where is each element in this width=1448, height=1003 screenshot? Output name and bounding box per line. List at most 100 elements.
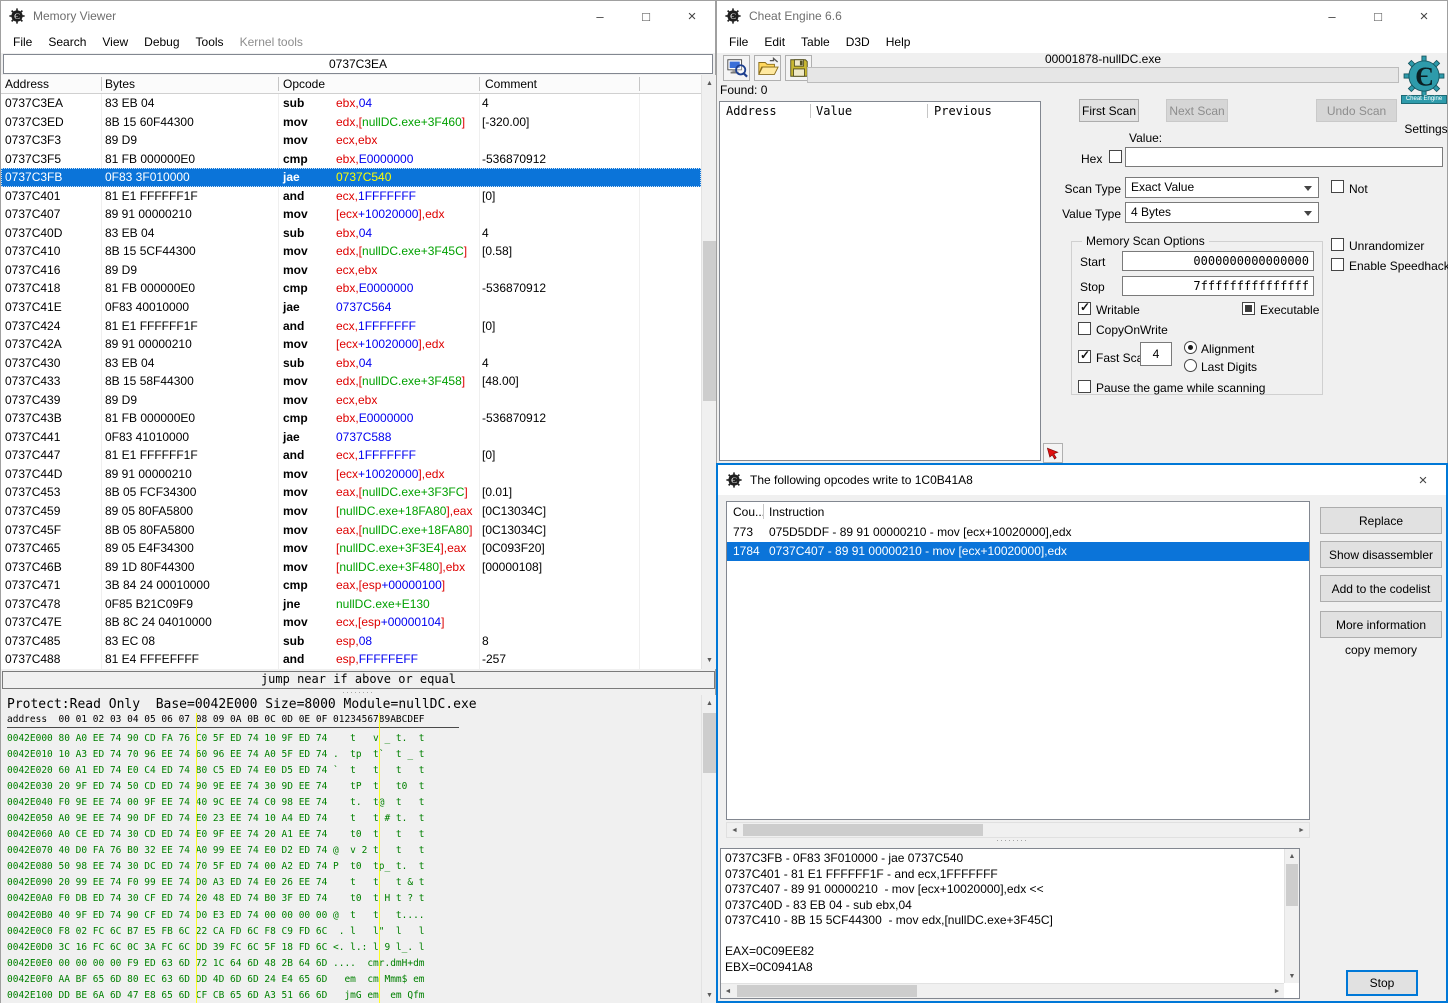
info-vscrollbar[interactable]: ▲ ▼ — [1284, 849, 1299, 983]
hex-row[interactable]: 0042E060 A0 CE ED 74 30 CD ED 74 E0 9F E… — [7, 827, 425, 843]
disasm-row[interactable]: 0737C43B81 FB 000000E0cmpebx,E0000000-53… — [1, 409, 701, 428]
first-scan-button[interactable]: First Scan — [1079, 99, 1139, 122]
hex-row[interactable]: 0042E070 40 D0 FA 76 B0 32 EE 74 A0 99 E… — [7, 843, 425, 859]
pause-while-scanning-checkbox[interactable] — [1078, 380, 1091, 393]
disasm-row[interactable]: 0737C46589 05 E4F34300mov[nullDC.exe+3F3… — [1, 539, 701, 558]
disasm-row[interactable]: 0737C43989 D9movecx,ebx — [1, 391, 701, 410]
scroll-thumb[interactable] — [743, 824, 983, 836]
hex-row[interactable]: 0042E0C0 F8 02 FC 6C B7 E5 FB 6C 22 CA F… — [7, 924, 425, 940]
disasm-row[interactable]: 0737C4780F85 B21C09F9jnenullDC.exe+E130 — [1, 595, 701, 614]
value-type-dropdown[interactable]: 4 Bytes — [1125, 202, 1319, 223]
disasm-row[interactable]: 0737C4713B 84 24 00010000cmpeax,[esp+000… — [1, 576, 701, 595]
menu-edit[interactable]: Edit — [756, 31, 793, 53]
close-button[interactable]: × — [1401, 1, 1447, 31]
disasm-row[interactable]: 0737C3F581 FB 000000E0cmpebx,E0000000-53… — [1, 150, 701, 169]
disasm-row[interactable]: 0737C44781 E1 FFFFFF1Fandecx,1FFFFFFF[0] — [1, 446, 701, 465]
found-column-address[interactable]: Address — [726, 104, 777, 118]
found-column-previous[interactable]: Previous — [934, 104, 992, 118]
hex-row[interactable]: 0042E000 80 A0 EE 74 90 CD FA 76 C0 5F E… — [7, 731, 425, 747]
menu-search[interactable]: Search — [40, 31, 94, 53]
column-comment[interactable]: Comment — [485, 75, 537, 94]
hex-row[interactable]: 0042E020 60 A1 ED 74 E0 C4 ED 74 80 C5 E… — [7, 763, 425, 779]
settings-label[interactable]: Settings — [1401, 122, 1448, 136]
splitter-handle[interactable]: ········ — [718, 837, 1306, 844]
scroll-down-icon[interactable]: ▼ — [1285, 969, 1299, 983]
column-address[interactable]: Address — [5, 75, 49, 94]
scroll-thumb[interactable] — [703, 713, 716, 773]
hex-row[interactable]: 0042E010 10 A3 ED 74 70 96 EE 74 60 96 E… — [7, 747, 425, 763]
disasm-row[interactable]: 0737C4538B 05 FCF34300moveax,[nullDC.exe… — [1, 483, 701, 502]
disasm-row[interactable]: 0737C47E8B 8C 24 04010000movecx,[esp+000… — [1, 613, 701, 632]
disasm-row[interactable]: 0737C41689 D9movecx,ebx — [1, 261, 701, 280]
menu-view[interactable]: View — [94, 31, 136, 53]
scroll-right-icon[interactable]: ► — [1270, 984, 1284, 998]
disasm-row[interactable]: 0737C48881 E4 FFFEFFFFandesp,FFFFFEFF-25… — [1, 650, 701, 669]
menu-d3d[interactable]: D3D — [838, 31, 878, 53]
scan-start-input[interactable]: 0000000000000000 — [1122, 251, 1314, 271]
maximize-button[interactable]: □ — [623, 1, 669, 31]
disasm-row[interactable]: 0737C46B89 1D 80F44300mov[nullDC.exe+3F4… — [1, 558, 701, 577]
found-address-list[interactable]: Address Value Previous — [719, 101, 1041, 461]
disasm-row[interactable]: 0737C40D83 EB 04subebx,044 — [1, 224, 701, 243]
hex-row[interactable]: 0042E0D0 3C 16 FC 6C 0C 3A FC 6C DD 39 F… — [7, 940, 425, 956]
disasm-row[interactable]: 0737C42A89 91 00000210mov[ecx+10020000],… — [1, 335, 701, 354]
found-column-value[interactable]: Value — [816, 104, 852, 118]
settings-logo-button[interactable]: Є Cheat Engine — [1401, 55, 1447, 104]
disasm-row[interactable]: 0737C42481 E1 FFFFFF1Fandecx,1FFFFFFF[0] — [1, 317, 701, 336]
disasm-row[interactable]: 0737C45F8B 05 80FA5800moveax,[nullDC.exe… — [1, 521, 701, 540]
minimize-button[interactable]: – — [1309, 1, 1355, 31]
open-table-button[interactable] — [754, 55, 781, 81]
more-information-button[interactable]: More information — [1320, 611, 1442, 638]
alignment-radio[interactable] — [1184, 341, 1197, 354]
menu-file[interactable]: File — [5, 31, 40, 53]
disasm-row[interactable]: 0737C3ED8B 15 60F44300movedx,[nullDC.exe… — [1, 113, 701, 132]
opcode-list[interactable]: Cou... Instruction 773075D5DDF - 89 91 0… — [726, 501, 1310, 820]
scroll-up-icon[interactable]: ▲ — [1285, 849, 1299, 863]
scroll-thumb[interactable] — [737, 985, 917, 997]
disasm-row[interactable]: 0737C48583 EC 08subesp,088 — [1, 632, 701, 651]
hex-row[interactable]: 0042E0E0 00 00 00 00 F9 ED 63 6D 72 1C 6… — [7, 956, 425, 972]
show-disassembler-button[interactable]: Show disassembler — [1320, 541, 1442, 568]
menu-tools[interactable]: Tools — [188, 31, 232, 53]
maximize-button[interactable]: □ — [1355, 1, 1401, 31]
minimize-button[interactable]: – — [577, 1, 623, 31]
select-process-button[interactable] — [723, 55, 750, 81]
hex-row[interactable]: 0042E0F0 AA BF 65 6D 80 EC 63 6D DD 4D 6… — [7, 972, 425, 988]
splitter-handle[interactable]: ········ — [1, 689, 715, 696]
scan-stop-input[interactable]: 7fffffffffffffff — [1122, 276, 1314, 296]
hex-row[interactable]: 0042E0B0 40 9F ED 74 90 CF ED 74 D0 E3 E… — [7, 908, 425, 924]
menu-debug[interactable]: Debug — [136, 31, 187, 53]
fast-scan-alignment-input[interactable]: 4 — [1140, 342, 1172, 366]
close-button[interactable]: × — [669, 1, 715, 31]
scroll-thumb[interactable] — [703, 241, 716, 401]
scroll-down-icon[interactable]: ▼ — [702, 652, 717, 669]
stop-button[interactable]: Stop — [1346, 970, 1418, 996]
disasm-row[interactable]: 0737C3FB0F83 3F010000jae0737C540 — [1, 168, 701, 187]
opcode-row[interactable]: 773075D5DDF - 89 91 00000210 - mov [ecx+… — [727, 523, 1309, 542]
hex-row[interactable]: 0042E0A0 F0 DB ED 74 30 CF ED 74 20 48 E… — [7, 891, 425, 907]
disasm-row[interactable]: 0737C41881 FB 000000E0cmpebx,E0000000-53… — [1, 279, 701, 298]
hex-row[interactable]: 0042E030 20 9F ED 74 50 CD ED 74 90 9E E… — [7, 779, 425, 795]
enable-speedhack-checkbox[interactable] — [1331, 258, 1344, 271]
hex-row[interactable]: 0042E050 A0 9E EE 74 90 DF ED 74 E0 23 E… — [7, 811, 425, 827]
hex-row[interactable]: 0042E100 DD BE 6A 6D 47 E8 65 6D CF CB 6… — [7, 988, 425, 1003]
column-bytes[interactable]: Bytes — [105, 75, 135, 94]
menu-file[interactable]: File — [721, 31, 756, 53]
column-count[interactable]: Cou... — [733, 505, 765, 519]
disasm-row[interactable]: 0737C41E0F83 40010000jae0737C564 — [1, 298, 701, 317]
disasm-row[interactable]: 0737C45989 05 80FA5800mov[nullDC.exe+18F… — [1, 502, 701, 521]
replace-button[interactable]: Replace — [1320, 507, 1442, 534]
hex-row[interactable]: 0042E090 20 99 EE 74 F0 99 EE 74 D0 A3 E… — [7, 875, 425, 891]
scroll-down-icon[interactable]: ▼ — [702, 987, 717, 1003]
opcode-row[interactable]: 17840737C407 - 89 91 00000210 - mov [ecx… — [727, 542, 1309, 561]
disassembly-scrollbar[interactable]: ▲ ▼ — [701, 75, 716, 669]
disasm-row[interactable]: 0737C44D89 91 00000210mov[ecx+10020000],… — [1, 465, 701, 484]
add-to-codelist-button[interactable]: Add to the codelist — [1320, 575, 1442, 602]
scan-type-dropdown[interactable]: Exact Value — [1125, 177, 1319, 198]
current-address-input[interactable]: 0737C3EA — [3, 54, 713, 74]
not-checkbox[interactable] — [1331, 180, 1344, 193]
disasm-row[interactable]: 0737C40181 E1 FFFFFF1Fandecx,1FFFFFFF[0] — [1, 187, 701, 206]
disasm-row[interactable]: 0737C3F389 D9movecx,ebx — [1, 131, 701, 150]
menu-table[interactable]: Table — [793, 31, 838, 53]
scroll-right-icon[interactable]: ► — [1294, 823, 1309, 837]
